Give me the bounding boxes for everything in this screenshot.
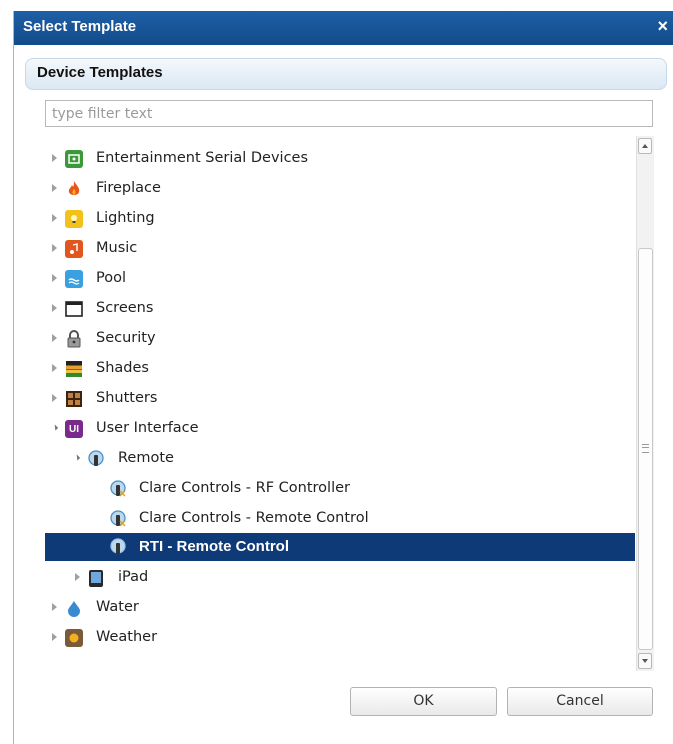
- ok-button[interactable]: OK: [350, 687, 497, 716]
- expand-arrow-icon[interactable]: [52, 244, 57, 252]
- tree-item-label: Clare Controls - RF Controller: [139, 480, 350, 496]
- tree-item-entertainment-serial-devices[interactable]: Entertainment Serial Devices: [45, 144, 635, 174]
- tree-item-shades[interactable]: Shades: [45, 354, 635, 384]
- tree-item-music[interactable]: Music: [45, 234, 635, 264]
- collapse-arrow-icon[interactable]: [51, 424, 59, 431]
- tree-item-ipad[interactable]: iPad: [45, 563, 635, 593]
- scrollbar-thumb[interactable]: [638, 248, 653, 650]
- tree-item-clare-rf-controller[interactable]: Clare Controls - RF Controller: [45, 474, 635, 504]
- close-icon[interactable]: ×: [657, 16, 668, 37]
- tree-item-label: Lighting: [96, 210, 155, 226]
- grip-icon: [642, 444, 649, 453]
- tree-item-screens[interactable]: Screens: [45, 294, 635, 324]
- expand-arrow-icon[interactable]: [52, 304, 57, 312]
- expand-arrow-icon[interactable]: [52, 184, 57, 192]
- filter-input[interactable]: [45, 100, 653, 127]
- expand-arrow-icon[interactable]: [52, 364, 57, 372]
- tree-item-label: Entertainment Serial Devices: [96, 150, 309, 166]
- remote-icon: [109, 538, 127, 556]
- music-note-icon: [65, 240, 83, 258]
- section-title: Device Templates: [37, 64, 163, 81]
- expand-arrow-icon[interactable]: [52, 394, 57, 402]
- tree-item-label: Water: [96, 599, 139, 615]
- tree-item-weather[interactable]: Weather: [45, 623, 635, 653]
- expand-arrow-icon[interactable]: [52, 214, 57, 222]
- expand-arrow-icon[interactable]: [52, 633, 57, 641]
- tree-item-label: Music: [96, 240, 138, 256]
- tree-item-user-interface[interactable]: UI User Interface: [45, 414, 635, 444]
- tree-item-lighting[interactable]: Lighting: [45, 204, 635, 234]
- tree-item-label: Shutters: [96, 390, 158, 406]
- tree-item-label: User Interface: [96, 420, 199, 436]
- weather-icon: [65, 629, 83, 647]
- water-drop-icon: [65, 599, 83, 617]
- scroll-up-arrow-icon[interactable]: [638, 138, 652, 154]
- tree-item-shutters[interactable]: Shutters: [45, 384, 635, 414]
- ui-icon: UI: [65, 420, 83, 438]
- remote-icon: [87, 450, 105, 468]
- expand-arrow-icon[interactable]: [52, 154, 57, 162]
- projector-screen-icon: [65, 300, 83, 318]
- shades-icon: [65, 360, 83, 378]
- shutters-icon: [65, 390, 83, 408]
- dialog-title: Select Template: [23, 18, 137, 35]
- tree-item-rti-remote-control[interactable]: RTI - Remote Control: [45, 533, 635, 561]
- entertainment-serial-icon: [65, 150, 83, 168]
- tree-item-remote[interactable]: Remote: [45, 444, 635, 474]
- tree-item-fireplace[interactable]: Fireplace: [45, 174, 635, 204]
- padlock-icon: [65, 330, 83, 348]
- remote-icon: [109, 510, 127, 528]
- tree-scrollbar[interactable]: [636, 136, 654, 671]
- section-header: Device Templates: [25, 58, 667, 90]
- tree-item-label: Remote: [118, 450, 174, 466]
- tree-item-label: Screens: [96, 300, 154, 316]
- remote-icon: [109, 480, 127, 498]
- tree-item-water[interactable]: Water: [45, 593, 635, 623]
- tablet-icon: [87, 569, 105, 587]
- tree-item-pool[interactable]: Pool: [45, 264, 635, 294]
- flame-icon: [65, 180, 83, 198]
- scroll-down-arrow-icon[interactable]: [638, 653, 652, 669]
- expand-arrow-icon[interactable]: [52, 274, 57, 282]
- tree-item-label: Security: [96, 330, 156, 346]
- expand-arrow-icon[interactable]: [75, 573, 80, 581]
- expand-arrow-icon[interactable]: [52, 334, 57, 342]
- template-tree: Entertainment Serial Devices Fireplace L…: [45, 135, 653, 671]
- tree-item-security[interactable]: Security: [45, 324, 635, 354]
- select-template-dialog: Select Template × Device Templates Enter…: [13, 11, 673, 744]
- expand-arrow-icon[interactable]: [52, 603, 57, 611]
- tree-item-label: Shades: [96, 360, 149, 376]
- dialog-titlebar[interactable]: Select Template ×: [14, 11, 673, 45]
- lightbulb-icon: [65, 210, 83, 228]
- collapse-arrow-icon[interactable]: [73, 454, 81, 461]
- tree-item-label: Pool: [96, 270, 126, 286]
- tree-item-label: RTI - Remote Control: [139, 538, 289, 555]
- tree-item-label: Fireplace: [96, 180, 161, 196]
- tree-item-clare-remote-control[interactable]: Clare Controls - Remote Control: [45, 504, 635, 534]
- pool-icon: [65, 270, 83, 288]
- tree-item-label: Clare Controls - Remote Control: [139, 510, 369, 526]
- tree-item-label: Weather: [96, 629, 158, 645]
- tree-item-label: iPad: [118, 569, 149, 585]
- cancel-button[interactable]: Cancel: [507, 687, 653, 716]
